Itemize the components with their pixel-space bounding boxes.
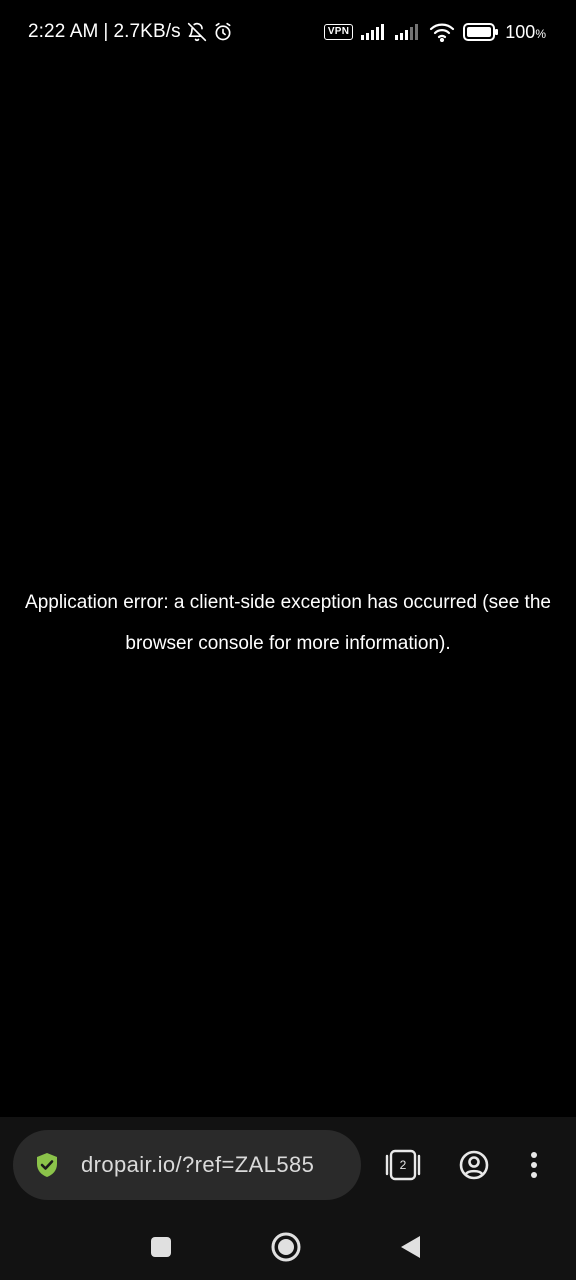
alarm-icon <box>213 22 233 42</box>
back-button[interactable] <box>394 1231 426 1263</box>
url-text[interactable]: dropair.io/?ref=ZAL585 <box>81 1152 336 1178</box>
browser-screen: 2:22 AM | 2.7KB/s VPN 100% Application e… <box>0 0 576 1280</box>
clock: 2:22 AM <box>28 21 99 42</box>
bell-off-icon <box>187 22 207 42</box>
home-icon <box>271 1232 301 1262</box>
error-line-2: browser console for more information). <box>125 633 451 654</box>
tab-count: 2 <box>399 1158 407 1172</box>
tab-switcher-button[interactable]: 2 <box>384 1147 422 1183</box>
signal-icon <box>361 24 387 40</box>
recents-icon <box>151 1237 171 1257</box>
status-bar-right: VPN 100% <box>316 22 546 43</box>
address-bar[interactable]: dropair.io/?ref=ZAL585 <box>13 1130 361 1200</box>
status-bar: 2:22 AM | 2.7KB/s VPN 100% <box>0 0 576 64</box>
signal-icon <box>395 24 421 40</box>
browser-toolbar: dropair.io/?ref=ZAL585 2 <box>0 1117 576 1213</box>
recents-button[interactable] <box>145 1231 177 1263</box>
account-icon <box>459 1150 489 1180</box>
error-message: Application error: a client-side excepti… <box>0 582 576 664</box>
shield-check-icon[interactable] <box>35 1152 59 1178</box>
status-bar-left: 2:22 AM | 2.7KB/s <box>28 21 233 43</box>
more-vert-icon <box>531 1152 537 1178</box>
back-icon <box>401 1236 420 1258</box>
wifi-icon <box>429 22 455 42</box>
account-button[interactable] <box>456 1147 492 1183</box>
battery-icon <box>463 23 499 41</box>
home-button[interactable] <box>270 1231 302 1263</box>
status-separator: | <box>103 21 109 42</box>
battery-percentage: 100% <box>505 21 546 42</box>
error-line-1: Application error: a client-side excepti… <box>25 592 551 613</box>
system-nav-bar <box>0 1213 576 1280</box>
vpn-icon: VPN <box>323 24 354 40</box>
network-speed: 2.7KB/s <box>113 21 181 42</box>
overflow-menu-button[interactable] <box>522 1147 546 1183</box>
